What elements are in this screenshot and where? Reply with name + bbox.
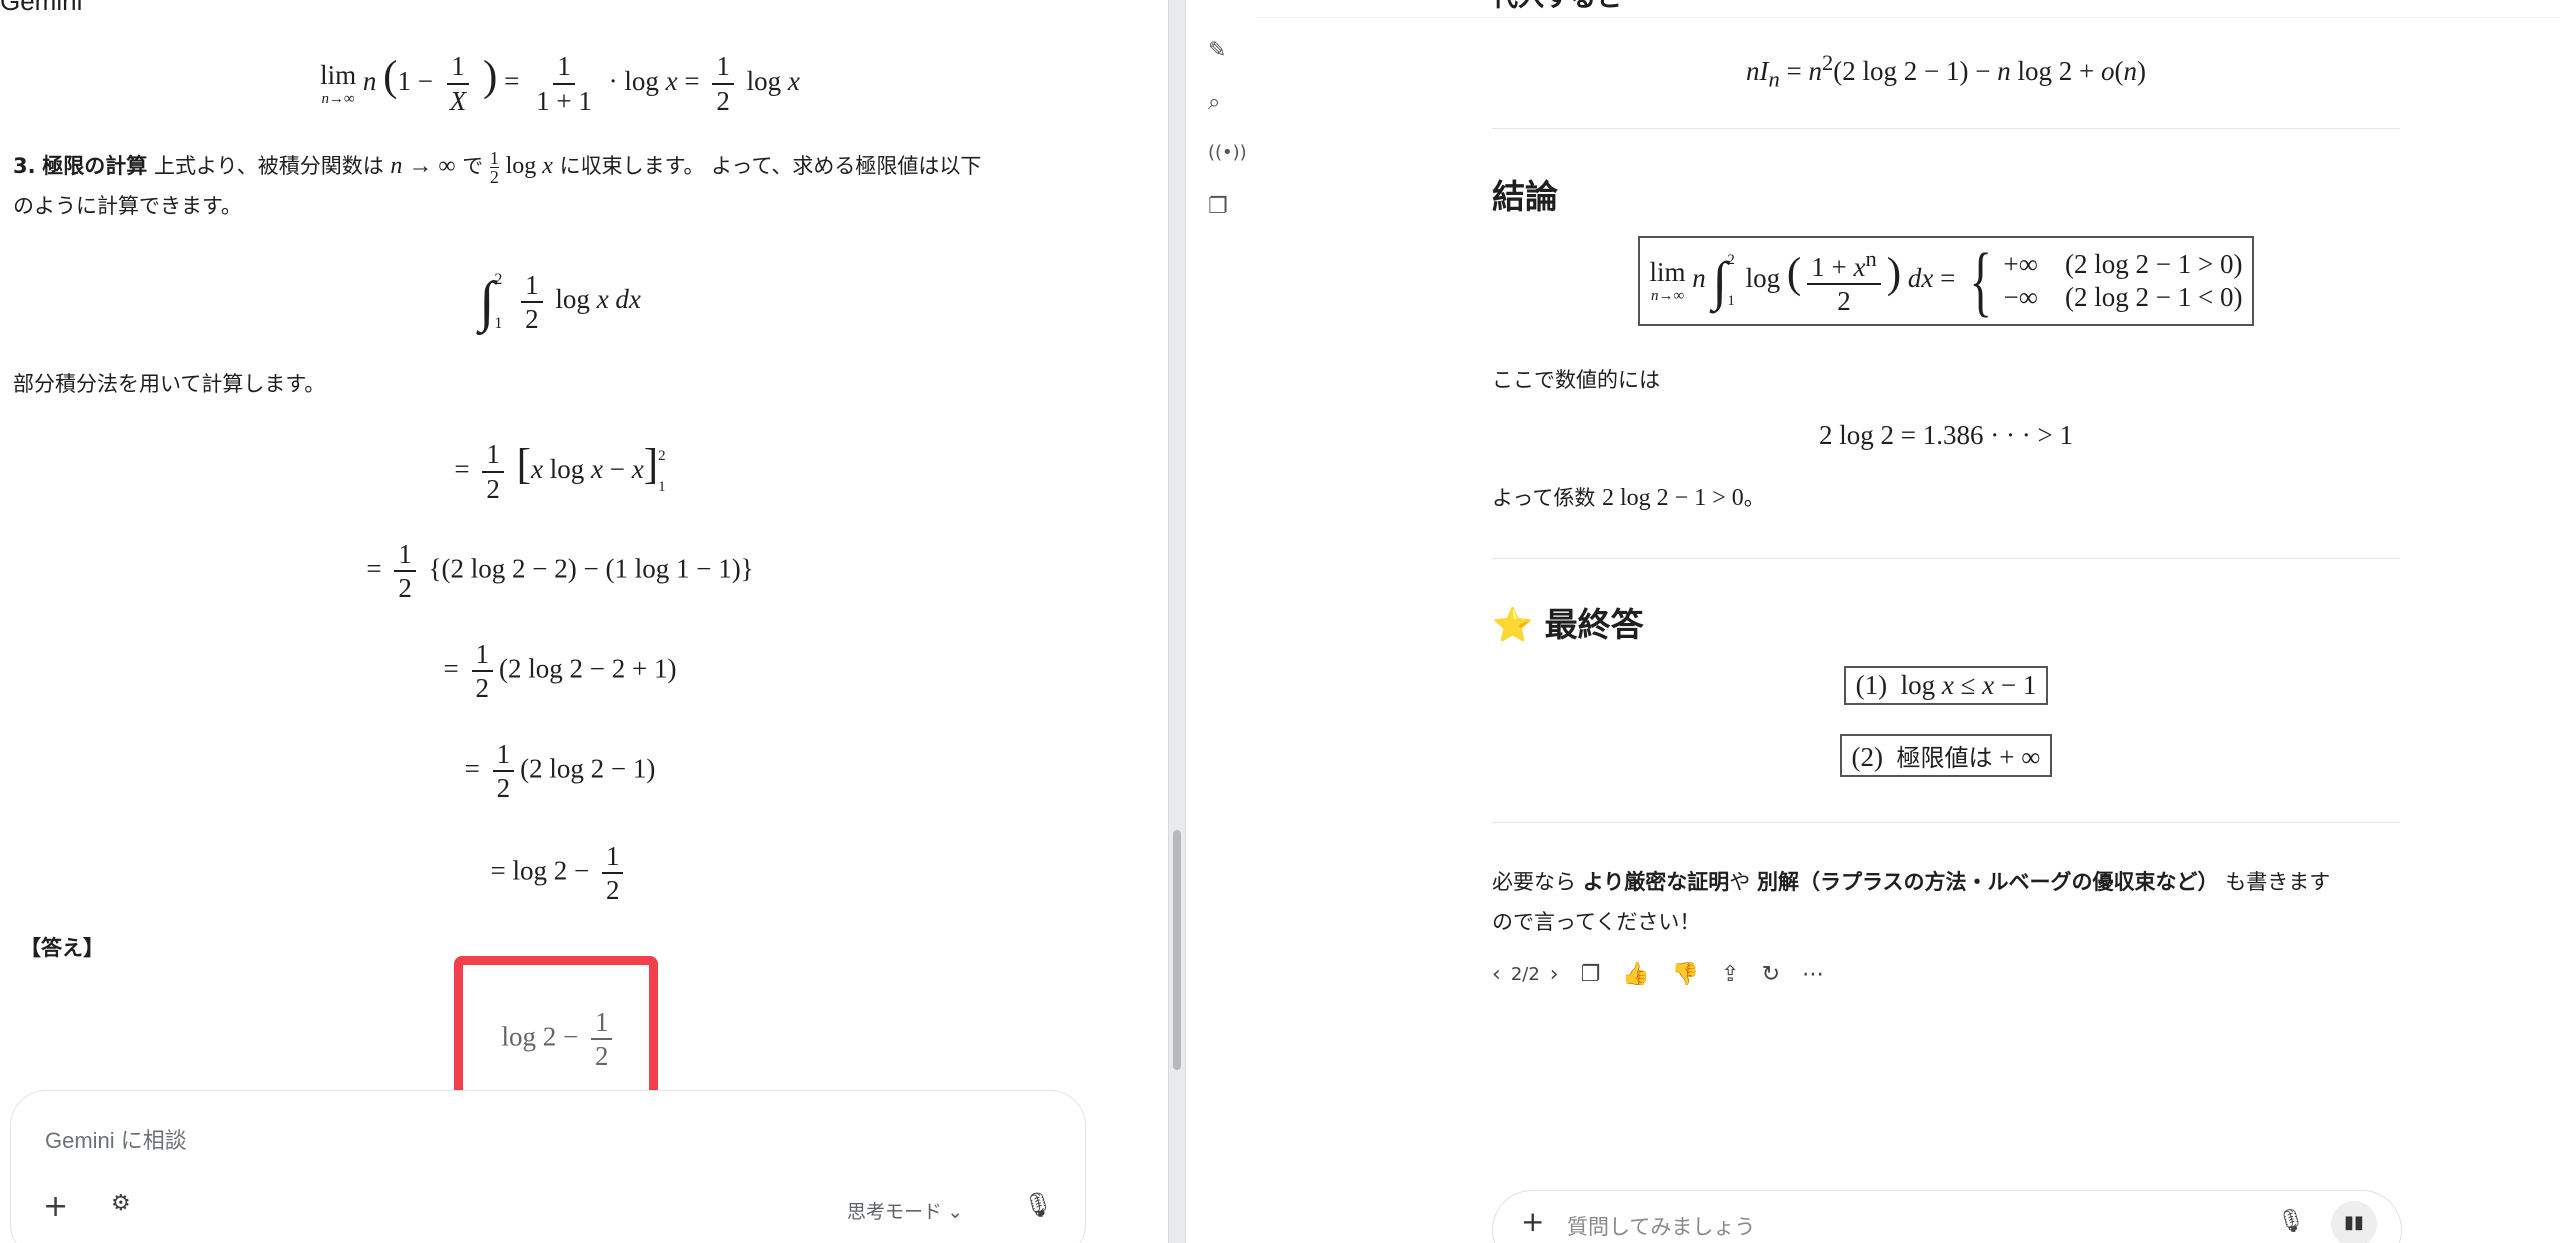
coef-paragraph: よって係数 2 log 2 − 1 > 0。 — [1492, 485, 1765, 511]
parts-text: 部分積分法を用いて計算します。 — [13, 372, 326, 396]
answer-2: (2) 極限値は + ∞ — [1492, 734, 2400, 777]
mode-label: 思考モード — [847, 1202, 943, 1223]
final-heading: 最終答 — [1544, 605, 1644, 644]
plus-icon[interactable]: + — [43, 1189, 68, 1224]
side-toolbar: ✎ ⌕ ((•)) ❐ — [1186, 0, 1256, 1243]
limit-equation: lim n→∞ n (1 − 1X ) = 11 + 1 · log x = 12… — [320, 51, 800, 116]
chatgpt-pane: 代入すると nIn = n2(2 log 2 − 1) − n log 2 + … — [1256, 0, 2560, 1243]
pager: 2/2 — [1510, 964, 1540, 985]
coef-text-a: よって係数 — [1492, 486, 1596, 510]
regenerate-icon[interactable]: ↻ — [1762, 962, 1780, 987]
partial-heading: 代入すると — [1492, 0, 2402, 18]
conclusion-heading: 結論 — [1492, 177, 1558, 216]
followup-a: 必要なら — [1492, 870, 1576, 894]
scrollbar-thumb[interactable] — [1173, 830, 1181, 1070]
mic-icon[interactable]: 🎙 — [1023, 1191, 1053, 1219]
step3-heading: 極限の計算 — [42, 154, 148, 178]
answer-1: (1) log x ≤ x − 1 — [1492, 666, 2400, 705]
divider-line — [1492, 128, 2400, 129]
copy-icon[interactable]: ❐ — [1581, 962, 1601, 987]
followup-b2: 別解（ラプラスの方法・ルベーグの優収束など） — [1756, 870, 2219, 894]
followup-d: も書きます — [2225, 870, 2331, 894]
thumbs-down-icon[interactable]: 👎 — [1672, 962, 1699, 987]
more-icon[interactable]: ⋯ — [1802, 962, 1824, 987]
coef-text-b: 。 — [1743, 486, 1765, 510]
divider-line — [1492, 822, 2400, 823]
final-heading-row: ⭐ 最終答 — [1492, 598, 1644, 646]
step3-paragraph: 3. 極限の計算 上式より、被積分関数は n → ∞ で 12 log x に収… — [13, 147, 982, 219]
pane-divider[interactable] — [1168, 0, 1186, 1243]
followup-paragraph: 必要なら より厳密な証明や 別解（ラプラスの方法・ルベーグの優収束など） も書き… — [1492, 862, 2402, 942]
gemini-pane: Gemini lim n→∞ n (1 − 1X ) = 11 + 1 · log… — [0, 0, 1168, 1243]
numeric-equation: 2 log 2 = 1.386 · · · > 1 — [1819, 420, 2073, 450]
step3-text-c: のように計算できます。 — [13, 194, 242, 218]
divider-line — [1492, 558, 2400, 559]
followup-c: や — [1729, 870, 1751, 894]
thumbs-up-icon[interactable]: 👍 — [1622, 962, 1649, 987]
plus-icon[interactable]: + — [1521, 1205, 1544, 1238]
answer2-text: 極限値は — [1896, 744, 1993, 772]
gallery-icon[interactable]: ❐ — [1208, 194, 1228, 219]
star-icon: ⭐ — [1492, 605, 1534, 644]
composer-input[interactable]: Gemini に相談 — [45, 1123, 187, 1155]
conclusion-equation: lim n→∞ n ∫ 2 1 log (1 + xn 2) dx = { +∞ (2 … — [1492, 236, 2400, 326]
nIn-equation: nIn = n2(2 log 2 − 1) − n log 2 + o(n) — [1746, 50, 2146, 92]
chevron-right-icon[interactable]: › — [1550, 962, 1559, 987]
step3-text-b: に収束します。 よって、求める極限値は以下 — [559, 154, 982, 178]
step-3-expression: = 1 2 (2 log 2 − 2 + 1) — [443, 639, 677, 704]
share-icon[interactable]: ⇪ — [1721, 962, 1739, 987]
chevron-left-icon[interactable]: ‹ — [1492, 962, 1501, 987]
numeric-text: ここで数値的には — [1492, 368, 1660, 392]
followup-e: ので言ってください！ — [1492, 910, 1701, 934]
step-1-expression: = 12 [x log x − x] 2 1 — [454, 439, 666, 504]
step-2-expression: = 12 {(2 log 2 − 2) − (1 log 1 − 1)} — [366, 539, 754, 604]
chevron-down-icon: ⌄ — [947, 1202, 964, 1223]
message-actions: ‹ 2/2 › ❐ 👍 👎 ⇪ ↻ ⋯ — [1492, 962, 1824, 987]
mode-selector[interactable]: 思考モード ⌄ — [847, 1197, 963, 1224]
step-4-expression: = 1 2 (2 log 2 − 1) — [464, 739, 656, 804]
edit-icon[interactable]: ✎ — [1208, 38, 1226, 63]
app-name: Gemini — [0, 0, 83, 16]
followup-b1: より厳密な証明 — [1582, 870, 1730, 894]
integral-expression: ∫ 2 1 12 log x dx — [479, 269, 641, 334]
search-icon[interactable]: ⌕ — [1208, 90, 1220, 115]
composer-input[interactable]: 質問してみましょう — [1567, 1211, 1755, 1241]
tune-icon[interactable]: ⚙ — [111, 1191, 131, 1216]
step3-num: 3. — [13, 154, 36, 178]
gemini-composer[interactable]: Gemini に相談 + ⚙ 思考モード ⌄ 🎙 — [10, 1090, 1086, 1243]
step-5-expression: = log 2 − 12 — [0, 842, 1120, 905]
step3-text-a: 上式より、被積分関数は — [153, 154, 384, 178]
voice-icon[interactable]: ▮▮ — [2331, 1201, 2377, 1243]
broadcast-icon[interactable]: ((•)) — [1208, 142, 1247, 163]
mic-icon[interactable]: 🎙 — [2277, 1209, 2305, 1234]
chatgpt-composer[interactable]: + 質問してみましょう 🎙 ▮▮ — [1492, 1190, 2402, 1243]
